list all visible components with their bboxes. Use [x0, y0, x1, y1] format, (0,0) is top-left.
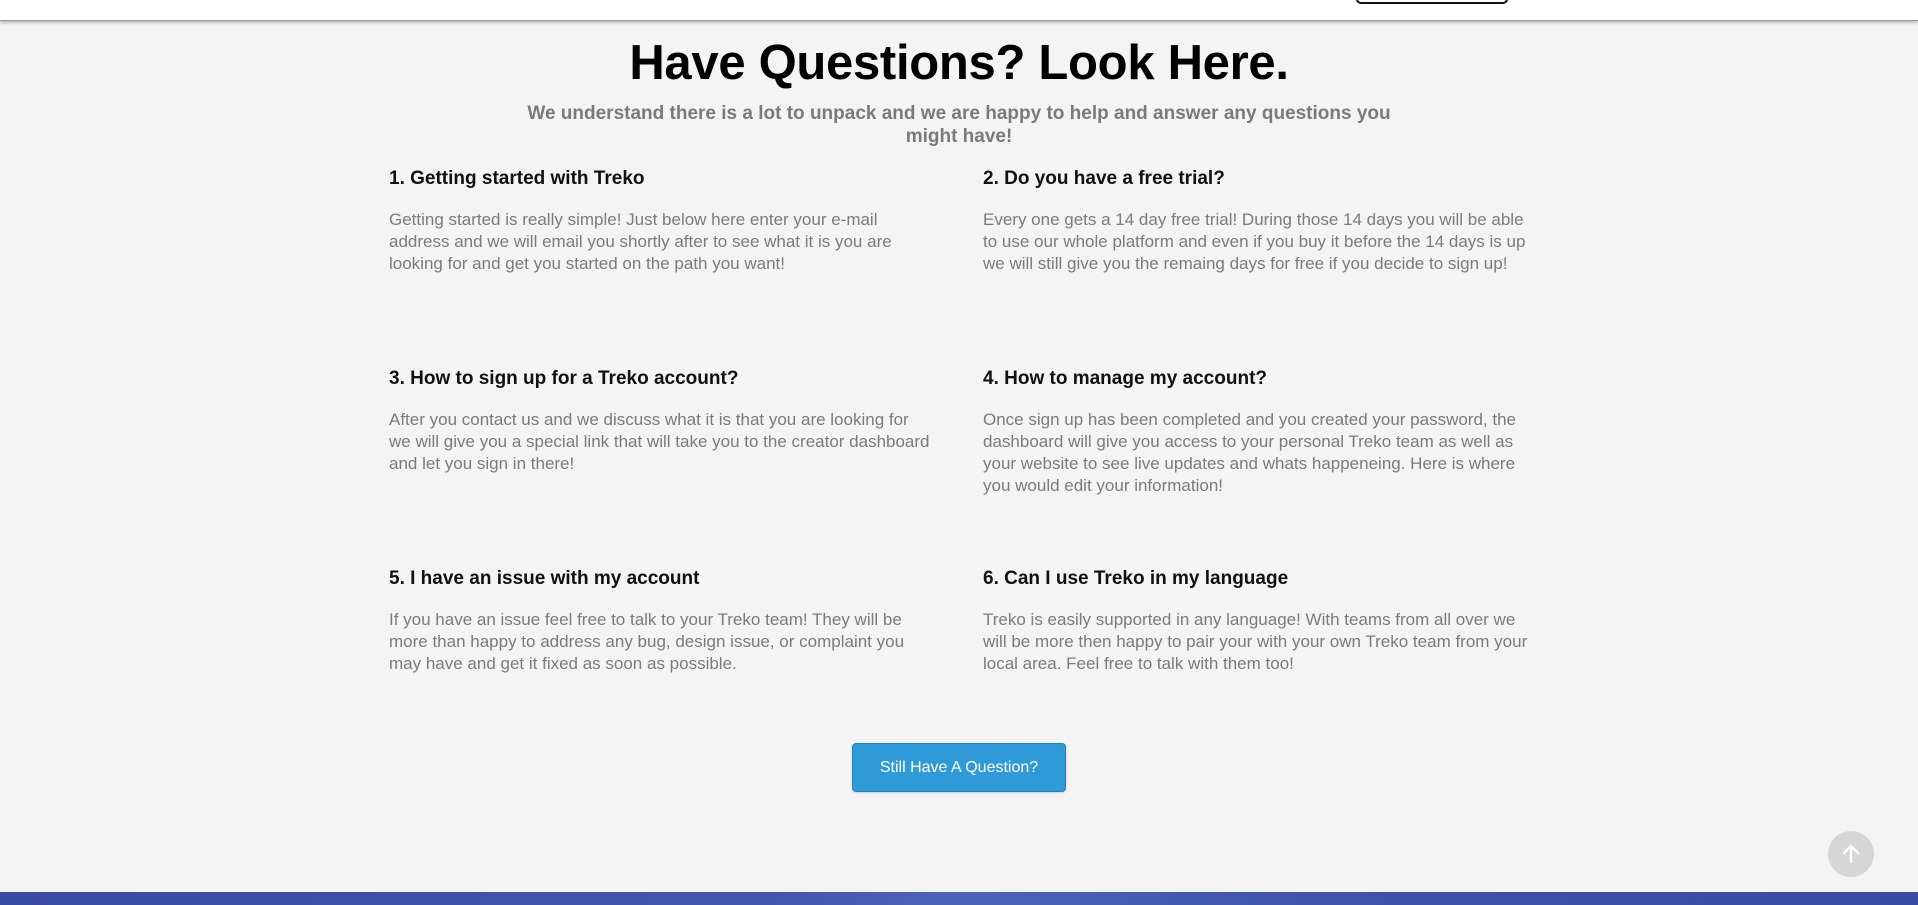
scroll-to-top-button[interactable] [1828, 831, 1874, 877]
faq-question: 4. How to manage my account? [983, 368, 1267, 389]
faq-item: 1. Getting started with Treko Getting st… [389, 167, 983, 367]
faq-question: 5. I have an issue with my account [389, 568, 700, 589]
faq-question: 6. Can I use Treko in my language [983, 568, 1289, 589]
faq-answer: If you have an issue feel free to talk t… [389, 610, 905, 673]
faq-answer: After you contact us and we discuss what… [389, 410, 930, 473]
still-have-question-button[interactable]: Still Have A Question? [852, 743, 1066, 792]
faq-question: 2. Do you have a free trial? [983, 168, 1225, 189]
faq-answer: Every one gets a 14 day free trial! Duri… [983, 210, 1526, 273]
faq-question: 1. Getting started with Treko [389, 168, 645, 189]
faq-item: 4. How to manage my account? Once sign u… [983, 367, 1524, 567]
arrow-up-icon [1842, 844, 1860, 864]
faq-answer: Getting started is really simple! Just b… [389, 210, 892, 273]
top-navigation-bar [0, 0, 1918, 21]
footer [0, 892, 1918, 905]
faq-answer: Treko is easily supported in any languag… [983, 610, 1528, 673]
faq-question: 3. How to sign up for a Treko account? [389, 368, 739, 389]
faq-title: Have Questions? Look Here. [629, 36, 1289, 90]
faq-answer: Once sign up has been completed and you … [983, 410, 1517, 495]
faq-item: 3. How to sign up for a Treko account? A… [389, 367, 983, 567]
faq-item: 6. Can I use Treko in my language Treko … [983, 567, 1527, 767]
nav-button[interactable] [1356, 0, 1508, 4]
faq-item: 5. I have an issue with my account If yo… [389, 567, 983, 767]
faq-item: 2. Do you have a free trial? Every one g… [983, 167, 1525, 367]
faq-subtitle: We understand there is a lot to unpack a… [527, 103, 1391, 147]
faq-grid: 1. Getting started with Treko Getting st… [389, 167, 1527, 767]
